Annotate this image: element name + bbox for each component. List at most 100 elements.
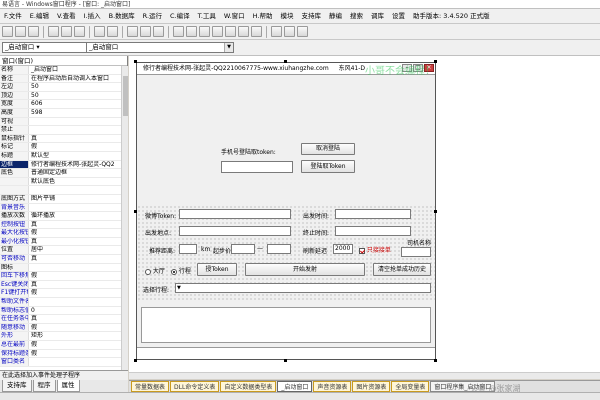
redo-icon[interactable] bbox=[107, 26, 118, 37]
property-row[interactable]: 位置 居中 bbox=[0, 246, 127, 256]
property-row[interactable]: 鼠标指针真 bbox=[0, 134, 127, 144]
property-value[interactable]: 假 bbox=[29, 229, 127, 237]
property-row[interactable]: Esc键关闭真 bbox=[0, 280, 127, 290]
undo-icon[interactable] bbox=[94, 26, 105, 37]
save-icon[interactable] bbox=[28, 26, 39, 37]
align-bottom-icon[interactable] bbox=[225, 26, 236, 37]
property-value[interactable]: 默认底色 bbox=[29, 178, 127, 186]
property-value[interactable]: 默认型 bbox=[29, 152, 127, 160]
property-row[interactable]: 控制按钮真 bbox=[0, 220, 127, 230]
start-time-input[interactable] bbox=[335, 209, 411, 219]
property-row[interactable]: 宽度 606 bbox=[0, 100, 127, 109]
property-value[interactable]: 居中 bbox=[29, 246, 127, 254]
claim-token-button[interactable]: 授Token bbox=[197, 263, 237, 276]
menu-item[interactable]: V.查看 bbox=[53, 9, 80, 23]
menu-item[interactable]: T.工具 bbox=[194, 9, 220, 23]
property-value[interactable] bbox=[29, 204, 127, 212]
run-icon[interactable] bbox=[140, 26, 151, 37]
property-row[interactable] bbox=[0, 186, 127, 195]
property-row[interactable]: 背景音乐 bbox=[0, 203, 127, 213]
property-row[interactable]: 播放次数 循环播放 bbox=[0, 212, 127, 221]
property-value[interactable]: 在程序启动后自动调入本窗口 bbox=[29, 75, 127, 83]
property-value[interactable]: 真 bbox=[29, 238, 127, 246]
property-row[interactable]: 标题 默认型 bbox=[0, 151, 127, 161]
copy-icon[interactable] bbox=[61, 26, 72, 37]
property-value[interactable]: 真 bbox=[29, 281, 127, 289]
resize-handle[interactable] bbox=[134, 210, 137, 213]
designed-form[interactable]: 修行者编程技术网-张起灵-QQ2210067775-www.xiuhangzhe… bbox=[136, 62, 436, 360]
property-value[interactable]: 假 bbox=[29, 272, 127, 280]
property-row[interactable]: 保持标题条激活假 bbox=[0, 349, 127, 359]
property-row[interactable]: F1键打开帮助假 bbox=[0, 289, 127, 299]
property-value[interactable]: 0 bbox=[29, 307, 127, 315]
driver-name-input[interactable] bbox=[401, 247, 431, 257]
trip-radio[interactable]: 行程 bbox=[171, 266, 191, 275]
property-row[interactable]: 可视 bbox=[0, 117, 127, 127]
property-value[interactable]: 50 bbox=[29, 92, 127, 100]
property-row[interactable]: 备注 在程序启动后自动调入本窗口 bbox=[0, 74, 127, 84]
menu-item[interactable]: H.帮助 bbox=[249, 9, 277, 23]
property-value[interactable]: 修行者编程技术网-张起灵-QQ2 bbox=[29, 160, 127, 169]
property-row[interactable]: 底色 普通固定边框 bbox=[0, 169, 127, 178]
same-height-icon[interactable] bbox=[251, 26, 262, 37]
menu-item[interactable]: 支持库 bbox=[297, 9, 325, 23]
lock-icon[interactable] bbox=[297, 26, 308, 37]
new-file-icon[interactable] bbox=[2, 26, 13, 37]
property-value[interactable]: 普通固定边框 bbox=[29, 169, 127, 177]
trip-list[interactable] bbox=[141, 307, 431, 343]
editor-tab[interactable]: 全局变量表 bbox=[391, 381, 430, 392]
property-value[interactable]: 假 bbox=[29, 350, 127, 358]
resize-handle[interactable] bbox=[134, 60, 137, 63]
grid-icon[interactable] bbox=[271, 26, 282, 37]
find-icon[interactable] bbox=[127, 26, 138, 37]
property-value[interactable]: 假 bbox=[29, 289, 127, 297]
align-left-icon[interactable] bbox=[173, 26, 184, 37]
only-take-checkbox[interactable]: 只接接单 bbox=[359, 245, 391, 254]
property-value[interactable]: 真 bbox=[29, 315, 127, 323]
property-row[interactable]: 名称 _启动窗口 bbox=[0, 66, 127, 75]
editor-tab[interactable]: 常量数据表 bbox=[131, 381, 170, 392]
property-value[interactable]: 假 bbox=[29, 324, 127, 332]
property-value[interactable]: 循环播放 bbox=[29, 212, 127, 220]
property-value[interactable] bbox=[29, 126, 127, 134]
resize-handle[interactable] bbox=[434, 210, 437, 213]
property-value[interactable] bbox=[29, 118, 127, 126]
property-row[interactable]: 顶边 50 bbox=[0, 91, 127, 101]
property-row[interactable]: 图标 bbox=[0, 263, 127, 273]
property-row[interactable]: 高度 598 bbox=[0, 108, 127, 118]
align-right-icon[interactable] bbox=[199, 26, 210, 37]
paste-icon[interactable] bbox=[74, 26, 85, 37]
distance-input[interactable] bbox=[179, 244, 197, 254]
editor-tab[interactable]: 图片资源表 bbox=[352, 381, 391, 392]
property-row[interactable]: 总在最前假 bbox=[0, 341, 127, 350]
resize-handle[interactable] bbox=[284, 60, 287, 63]
property-value[interactable]: 假 bbox=[29, 143, 127, 151]
start-button[interactable]: 开始发射 bbox=[245, 263, 365, 276]
property-value[interactable]: 真 bbox=[29, 135, 127, 143]
menu-item[interactable]: E.编辑 bbox=[26, 9, 53, 23]
panel-tab[interactable]: 程序 bbox=[32, 380, 56, 392]
property-row[interactable]: 回车下移焦点假 bbox=[0, 272, 127, 281]
get-token-button[interactable]: 登陆取Token bbox=[301, 160, 355, 173]
property-row[interactable]: 底图方式 图片平铺 bbox=[0, 194, 127, 204]
property-value[interactable] bbox=[29, 186, 127, 194]
property-value[interactable]: 真 bbox=[29, 255, 127, 263]
select-trip-dropdown[interactable]: ▼ bbox=[175, 283, 431, 293]
price-max-input[interactable] bbox=[267, 244, 291, 254]
property-value[interactable]: 假 bbox=[29, 341, 127, 349]
same-width-icon[interactable] bbox=[238, 26, 249, 37]
property-row[interactable]: 可否移动真 bbox=[0, 255, 127, 264]
property-row[interactable]: 窗口类名 bbox=[0, 358, 127, 367]
property-value[interactable] bbox=[29, 264, 127, 272]
property-value[interactable]: 606 bbox=[29, 100, 127, 108]
menu-item[interactable]: R.运行 bbox=[139, 9, 166, 23]
property-value[interactable]: 50 bbox=[29, 83, 127, 91]
align-top-icon[interactable] bbox=[212, 26, 223, 37]
resize-handle[interactable] bbox=[284, 359, 287, 362]
menu-item[interactable]: W.窗口 bbox=[220, 9, 249, 23]
property-row[interactable]: 外形 矩形 bbox=[0, 332, 127, 341]
property-row[interactable]: 最小化按钮真 bbox=[0, 237, 127, 247]
menu-item[interactable]: 静编 bbox=[325, 9, 346, 23]
panel-tab[interactable]: 支持库 bbox=[2, 380, 32, 392]
departure-input[interactable] bbox=[179, 226, 291, 236]
